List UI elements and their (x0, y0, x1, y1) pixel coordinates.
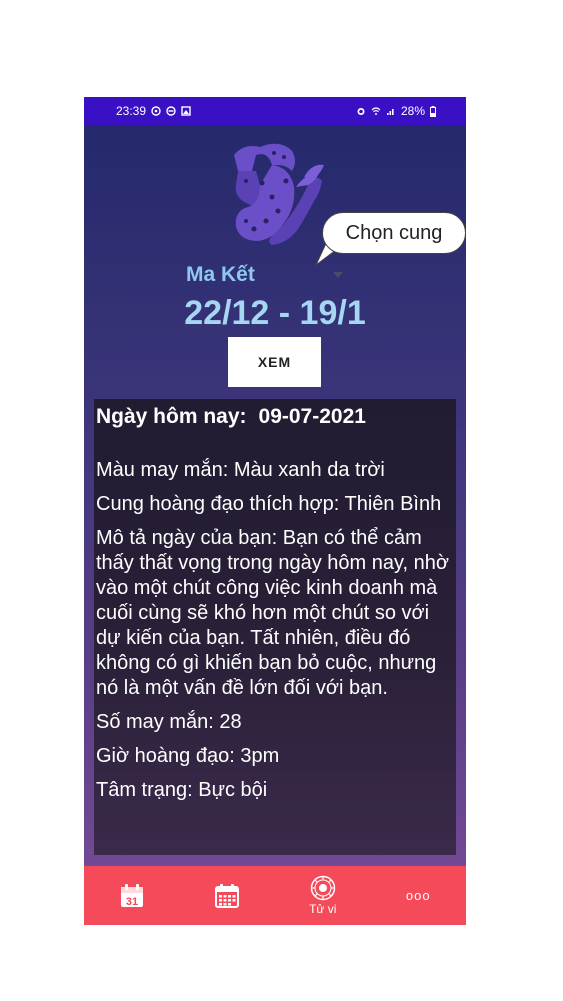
calendar-grid-icon (215, 883, 240, 908)
sign-selector[interactable]: Ma Kết (186, 263, 255, 287)
lucky-number: Số may mắn: 28 (96, 711, 242, 733)
calendar-day-number: 31 (126, 896, 138, 908)
status-right: 28% (356, 104, 436, 118)
tooltip-text: Chọn cung (345, 221, 443, 244)
bottom-nav: 31 Tử vi ooo (84, 866, 466, 925)
dropdown-arrow-icon[interactable] (333, 272, 343, 278)
sign-date-range: 22/12 - 19/1 (184, 294, 366, 332)
gallery-icon (181, 106, 191, 116)
nav-more[interactable]: ooo (371, 866, 467, 925)
mood: Tâm trạng: Bực bội (96, 779, 268, 801)
nav-tuvi-label: Tử vi (309, 902, 337, 916)
compatible-sign: Cung hoàng đạo thích hợp: Thiên Bình (96, 493, 442, 515)
wifi-icon (371, 107, 381, 115)
alarm-icon (357, 108, 365, 115)
sync-icon (151, 106, 161, 116)
today-heading: Ngày hôm nay: 09-07-2021 (96, 405, 454, 429)
signal-icon (386, 109, 394, 115)
capricorn-icon (234, 143, 324, 245)
status-bar: 23:39 28% (84, 97, 466, 125)
lucky-hour: Giờ hoàng đạo: 3pm (96, 745, 280, 767)
more-icon: ooo (405, 888, 431, 903)
calendar-day-icon: 31 (120, 883, 143, 908)
battery-percent: 28% (400, 104, 425, 118)
nav-tuvi[interactable]: Tử vi (275, 866, 371, 925)
today-label: Ngày hôm nay: (96, 405, 247, 428)
do-not-disturb-icon (166, 106, 176, 116)
battery-icon (430, 105, 436, 117)
day-description: Mô tả ngày của bạn: Bạn có thể cảm thấy … (96, 527, 449, 699)
lucky-color: Màu may mắn: Màu xanh da trời (96, 459, 385, 481)
today-date: 09-07-2021 (258, 405, 366, 428)
view-button[interactable]: XEM (228, 337, 321, 387)
choose-sign-tooltip: Chọn cung (322, 212, 466, 254)
nav-month-calendar[interactable] (180, 866, 276, 925)
app-screen: 23:39 28% Chọn cung Ma Kết 22/12 - 19/1 … (84, 97, 466, 925)
zodiac-wheel-icon (310, 875, 335, 901)
status-time: 23:39 (116, 104, 147, 118)
nav-day-calendar[interactable]: 31 (84, 866, 180, 925)
horoscope-panel: Ngày hôm nay: 09-07-2021 Màu may mắn: Màu… (94, 399, 456, 855)
status-left: 23:39 (116, 104, 191, 118)
